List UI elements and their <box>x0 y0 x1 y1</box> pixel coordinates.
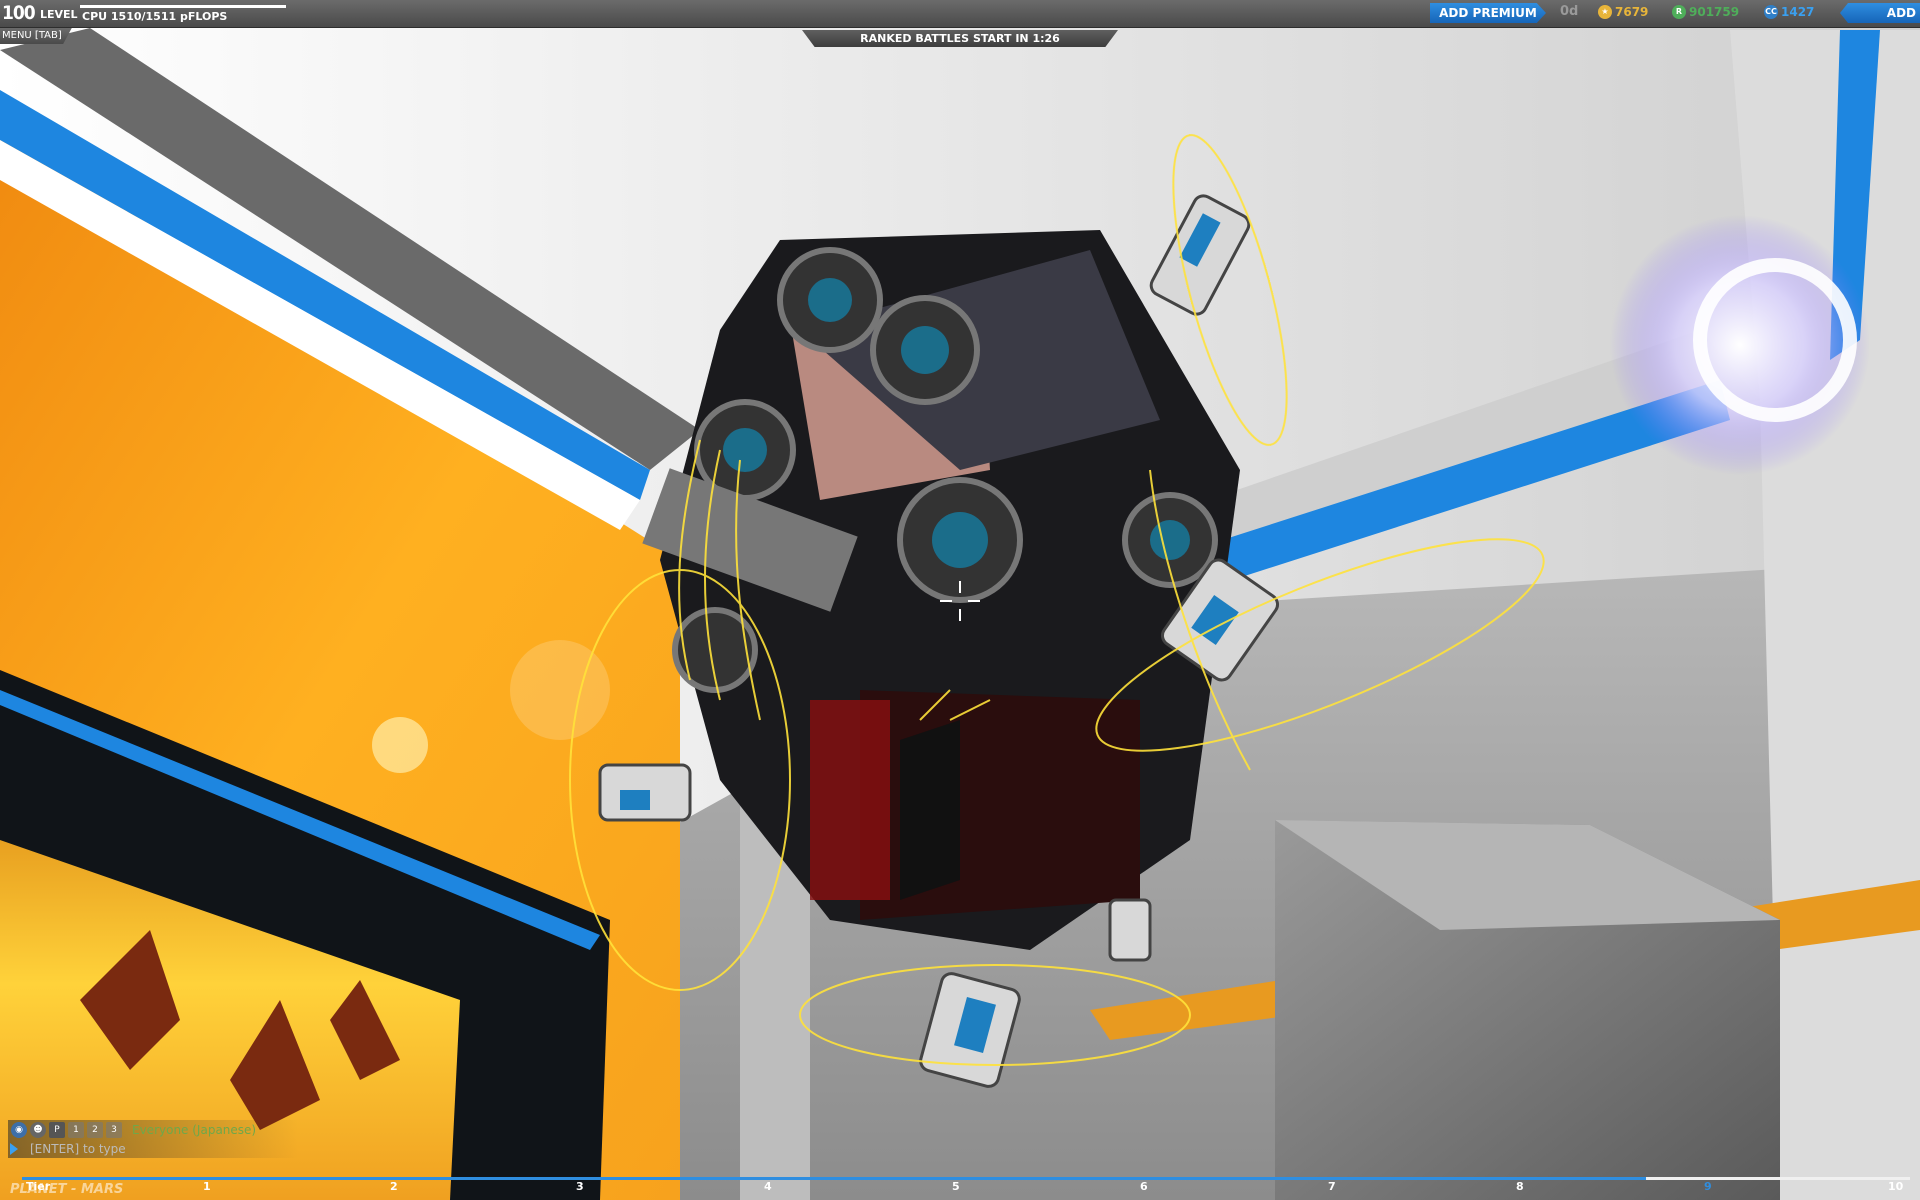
tier-number-4: 4 <box>764 1180 772 1193</box>
top-bar: 100 LEVEL CPU 1510/1511 pFLOPS ADD PREMI… <box>0 0 1920 28</box>
player-level-number: 100 <box>2 2 36 24</box>
tier-number-2: 2 <box>390 1180 398 1193</box>
tier-label: Tier <box>26 1180 51 1193</box>
rp-icon: R <box>1672 5 1686 19</box>
chat-tab-party[interactable]: P <box>49 1122 65 1138</box>
tier-number-1: 1 <box>203 1180 211 1193</box>
chat-tab-1[interactable]: 1 <box>68 1122 84 1138</box>
tier-number-9: 9 <box>1704 1180 1712 1193</box>
add-funds-button[interactable]: ADD FUNDS <box>1840 3 1920 23</box>
ranked-battles-banner: RANKED BATTLES START IN 1:26 <box>802 30 1118 47</box>
cpu-progress-bar <box>80 5 286 8</box>
robits-amount: 7679 <box>1615 5 1649 19</box>
tier-progress-fill <box>22 1177 1646 1180</box>
tier-number-8: 8 <box>1516 1180 1524 1193</box>
robits-icon: ★ <box>1598 5 1612 19</box>
crosshair-icon <box>940 581 980 621</box>
cpu-readout: CPU 1510/1511 pFLOPS <box>82 10 228 23</box>
tier-number-5: 5 <box>952 1180 960 1193</box>
premium-days-remaining: 0d <box>1560 4 1579 19</box>
globe-icon[interactable]: ◉ <box>11 1122 27 1138</box>
cosmetic-credit-icon: CC <box>1764 5 1778 19</box>
tier-number-7: 7 <box>1328 1180 1336 1193</box>
tier-number-3: 3 <box>576 1180 584 1193</box>
chat-tab-2[interactable]: 2 <box>87 1122 103 1138</box>
chat-channel-bar: ◉ ☻ P 1 2 3 Everyone (Japanese) <box>8 1120 298 1140</box>
rp-amount: 901759 <box>1689 5 1740 19</box>
rp-currency: R 901759 <box>1672 5 1739 19</box>
add-premium-button[interactable]: ADD PREMIUM <box>1430 3 1546 23</box>
group-icon[interactable]: ☻ <box>30 1122 46 1138</box>
cpu-progress-fill <box>80 5 286 8</box>
chat-arrow-icon <box>10 1143 18 1155</box>
player-level-label: LEVEL <box>40 8 78 21</box>
tier-number-6: 6 <box>1140 1180 1148 1193</box>
menu-button[interactable]: MENU [TAB] <box>0 28 72 44</box>
cosmetic-amount: 1427 <box>1781 5 1815 19</box>
chat-tab-3[interactable]: 3 <box>106 1122 122 1138</box>
tier-progress-bar: Tier 1 2 3 4 5 6 7 8 9 10 <box>0 1168 1920 1200</box>
cosmetic-currency: CC 1427 <box>1764 5 1814 19</box>
chat-input[interactable]: [ENTER] to type <box>8 1140 298 1158</box>
chat-channel-name[interactable]: Everyone (Japanese) <box>132 1123 256 1137</box>
chat-input-placeholder: [ENTER] to type <box>30 1142 126 1156</box>
tier-number-10: 10 <box>1888 1180 1904 1193</box>
tier-track <box>22 1177 1910 1180</box>
robits-currency: ★ 7679 <box>1598 5 1648 19</box>
